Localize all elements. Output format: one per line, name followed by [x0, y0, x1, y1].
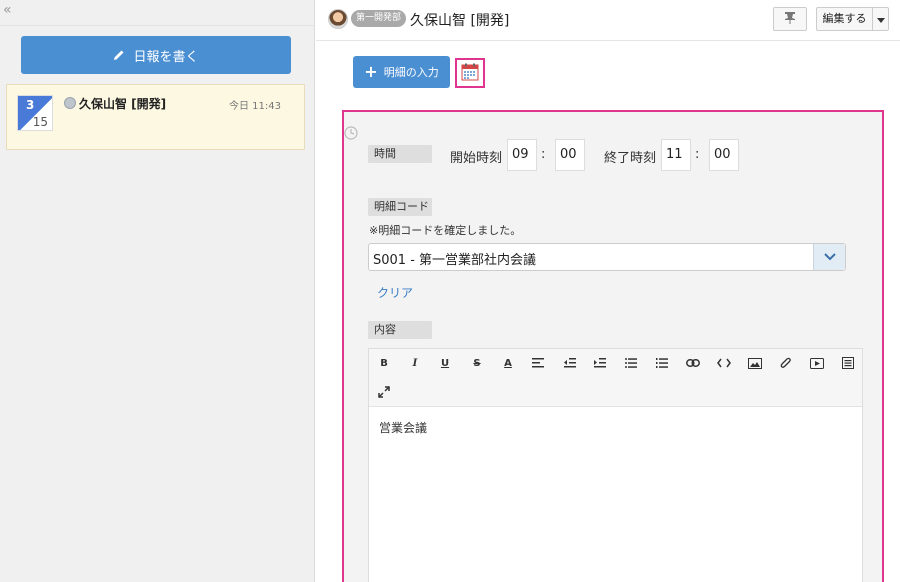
end-time-label: 終了時刻 [604, 151, 657, 166]
detail-code-label: 明細コード [368, 198, 432, 216]
indent-icon[interactable] [591, 354, 609, 372]
time-section-label: 時間 [368, 145, 432, 163]
divider [0, 25, 314, 26]
edit-button[interactable]: 編集する [816, 7, 872, 31]
time-separator: : [541, 147, 546, 162]
report-list-item[interactable]: 3 15 久保山智 [開発] 今日 11:43 [6, 84, 305, 150]
write-report-button[interactable]: 日報を書く [21, 36, 291, 74]
start-time-label: 開始時刻 [450, 151, 503, 166]
link-icon[interactable] [684, 354, 702, 372]
code-icon[interactable] [715, 354, 733, 372]
plus-icon: + [364, 62, 378, 81]
outdent-icon[interactable] [561, 354, 579, 372]
expand-icon[interactable] [375, 383, 393, 401]
image-icon[interactable] [746, 354, 764, 372]
pin-icon [784, 11, 796, 27]
bullet-list-icon[interactable] [622, 354, 640, 372]
attachment-icon[interactable] [777, 354, 795, 372]
content-label: 内容 [368, 321, 432, 339]
video-icon[interactable] [808, 354, 826, 372]
date-month: 3 [26, 98, 35, 112]
date-badge: 3 15 [17, 95, 53, 131]
end-minute-input[interactable]: 00 [709, 139, 739, 171]
template-icon[interactable] [839, 354, 857, 372]
detail-code-select[interactable]: S001 - 第一営業部社内会議 [368, 243, 846, 271]
entry-time: 今日 11:43 [229, 101, 281, 112]
user-icon [64, 97, 76, 109]
end-hour-input[interactable]: 11 [661, 139, 691, 171]
start-hour-input[interactable]: 09 [507, 139, 537, 171]
editor-content[interactable]: 営業会議 [379, 419, 427, 436]
caret-down-icon [876, 12, 885, 26]
sidebar: « 日報を書く 3 15 久保山智 [開発] 今日 11:43 [0, 0, 315, 582]
editor-toolbar: B I U S A [369, 349, 862, 407]
clear-link[interactable]: クリア [377, 284, 413, 301]
align-left-icon[interactable] [529, 354, 547, 372]
edit-menu-toggle[interactable] [872, 7, 889, 31]
write-report-label: 日報を書く [133, 49, 199, 65]
rich-text-editor[interactable]: B I U S A 営業会議 [368, 348, 863, 582]
pencil-icon [113, 49, 125, 61]
entry-author: 久保山智 [開発] [79, 97, 167, 111]
pin-button[interactable] [773, 7, 807, 31]
add-detail-button[interactable]: + 明細の入力 [353, 56, 450, 88]
clock-icon [344, 126, 358, 143]
numbered-list-icon[interactable] [653, 354, 671, 372]
detail-code-note: ※明細コードを確定しました。 [369, 224, 522, 237]
date-day: 15 [32, 115, 48, 129]
report-author: 久保山智 [開発] [410, 13, 510, 29]
report-header: 第一開発部 久保山智 [開発] 編集する [316, 0, 900, 41]
italic-button[interactable]: I [406, 354, 424, 372]
detail-code-value: S001 - 第一営業部社内会議 [373, 253, 537, 268]
bold-button[interactable]: B [375, 354, 393, 372]
add-detail-label: 明細の入力 [383, 66, 439, 79]
start-minute-input[interactable]: 00 [555, 139, 585, 171]
time-separator: : [695, 147, 700, 162]
department-badge: 第一開発部 [351, 10, 407, 27]
collapse-sidebar-icon[interactable]: « [3, 3, 12, 17]
underline-button[interactable]: U [436, 354, 454, 372]
strikethrough-button[interactable]: S [468, 354, 486, 372]
text-color-button[interactable]: A [499, 354, 517, 372]
chevron-down-icon[interactable] [813, 244, 845, 270]
calendar-button[interactable] [455, 58, 485, 88]
calendar-icon [461, 63, 479, 84]
avatar [328, 9, 348, 29]
